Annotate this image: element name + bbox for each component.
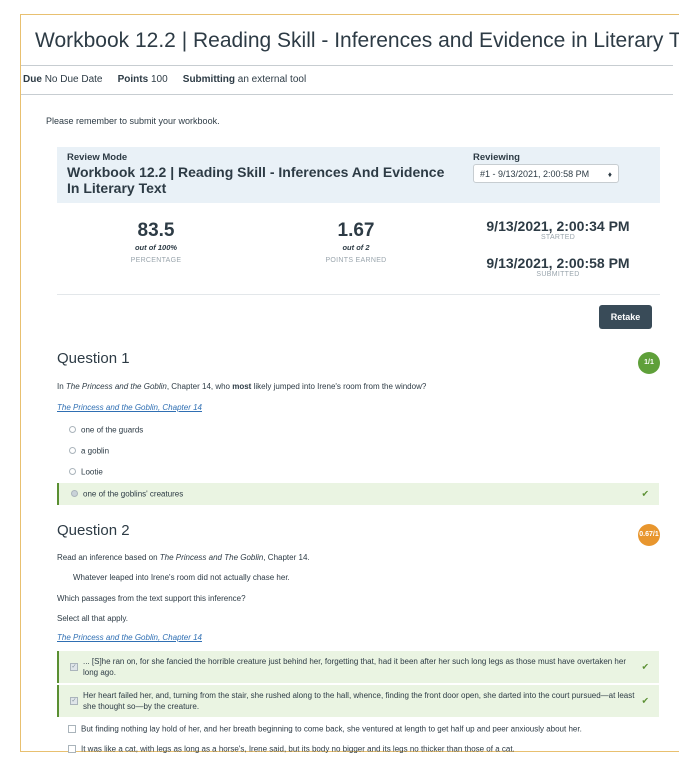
option-label: Her heart failed her, and, turning from … bbox=[83, 691, 635, 711]
question-1-prompt-book: The Princess and the Goblin bbox=[65, 382, 167, 391]
question-2-intro-part: , Chapter 14. bbox=[263, 553, 310, 562]
points-stat: 1.67 out of 2 POINTS EARNED bbox=[311, 220, 401, 264]
question-2-option-correct[interactable]: ✓ Her heart failed her, and, turning fro… bbox=[57, 685, 659, 717]
submitted-stat: 9/13/2021, 2:00:58 PM SUBMITTED bbox=[458, 255, 658, 278]
question-2-score-badge: 0.67/1 bbox=[638, 524, 660, 546]
checkbox[interactable] bbox=[68, 725, 76, 733]
question-1-score-badge: 1/1 bbox=[638, 352, 660, 374]
reviewing-label: Reviewing bbox=[473, 152, 520, 163]
option-label: one of the goblins' creatures bbox=[83, 489, 184, 499]
question-2-option[interactable]: But finding nothing lay hold of her, and… bbox=[57, 719, 659, 739]
points-label: Points bbox=[117, 74, 149, 85]
question-1-prompt-part: In bbox=[57, 382, 66, 391]
stats-divider bbox=[57, 294, 660, 295]
option-label: one of the guards bbox=[81, 425, 144, 435]
review-title: Workbook 12.2 | Reading Skill - Inferenc… bbox=[67, 164, 445, 196]
percentage-stat: 83.5 out of 100% PERCENTAGE bbox=[111, 220, 201, 264]
title-divider bbox=[21, 65, 673, 66]
percentage-caption: PERCENTAGE bbox=[130, 257, 182, 264]
page-title: Workbook 12.2 | Reading Skill - Inferenc… bbox=[35, 29, 679, 52]
retake-button[interactable]: Retake bbox=[599, 305, 652, 329]
due-value: No Due Date bbox=[44, 74, 103, 85]
radio-button[interactable] bbox=[69, 468, 76, 475]
question-1-prompt-part: , Chapter 14, who bbox=[166, 382, 233, 391]
question-2-option[interactable]: It was like a cat, with legs as long as … bbox=[57, 739, 659, 759]
checkmark-icon: ✔ bbox=[641, 488, 649, 499]
question-1-option[interactable]: Lootie bbox=[57, 462, 659, 482]
question-2-title: Question 2 bbox=[57, 522, 130, 539]
option-label: ... [S]he ran on, for she fancied the ho… bbox=[83, 657, 626, 677]
question-2-text-link[interactable]: The Princess and the Goblin, Chapter 14 bbox=[57, 633, 202, 642]
points-out-of: out of 2 bbox=[342, 243, 370, 252]
question-1-prompt-emphasis: most bbox=[232, 382, 252, 391]
percentage-value: 83.5 bbox=[137, 220, 175, 241]
question-2-intro: Read an inference based on The Princess … bbox=[57, 553, 310, 562]
attempt-select[interactable]: #1 - 9/13/2021, 2:00:58 PM ♦ bbox=[473, 164, 619, 183]
checkbox[interactable] bbox=[68, 745, 76, 753]
assignment-frame: Workbook 12.2 | Reading Skill - Inferenc… bbox=[20, 14, 679, 754]
review-header: Review Mode Workbook 12.2 | Reading Skil… bbox=[57, 147, 660, 203]
submit-reminder: Please remember to submit your workbook. bbox=[46, 116, 220, 126]
checkmark-icon: ✔ bbox=[641, 661, 649, 672]
question-2-question: Which passages from the text support thi… bbox=[57, 594, 246, 603]
meta-divider bbox=[21, 94, 673, 95]
submitting-label: Submitting bbox=[182, 74, 235, 85]
started-stat: 9/13/2021, 2:00:34 PM STARTED bbox=[458, 218, 658, 241]
question-2-option-correct[interactable]: ✓ ... [S]he ran on, for she fancied the … bbox=[57, 651, 659, 683]
question-2-intro-book: The Princess and The Goblin bbox=[159, 553, 264, 562]
percentage-out-of: out of 100% bbox=[134, 243, 178, 252]
question-2-instruction: Select all that apply. bbox=[57, 614, 129, 623]
option-label: Lootie bbox=[81, 467, 103, 477]
question-1-prompt: In The Princess and the Goblin, Chapter … bbox=[57, 382, 426, 391]
question-2-inference: Whatever leaped into Irene's room did no… bbox=[73, 573, 290, 582]
select-caret-icon: ♦ bbox=[607, 170, 612, 179]
assignment-meta: Due No Due Date Points 100 Submitting an… bbox=[23, 74, 310, 85]
points-value: 100 bbox=[150, 74, 168, 85]
points-value: 1.67 bbox=[337, 220, 375, 241]
option-label: It was like a cat, with legs as long as … bbox=[81, 744, 515, 754]
points-caption: POINTS EARNED bbox=[325, 257, 387, 264]
attempt-select-value: #1 - 9/13/2021, 2:00:58 PM bbox=[480, 169, 590, 179]
due-label: Due bbox=[23, 74, 42, 85]
question-1-option-correct[interactable]: one of the goblins' creatures ✔ bbox=[57, 483, 659, 505]
question-1-option[interactable]: one of the guards bbox=[57, 420, 659, 440]
checkmark-icon: ✔ bbox=[641, 695, 649, 706]
submitted-value: 9/13/2021, 2:00:58 PM bbox=[486, 255, 630, 271]
submitting-value: an external tool bbox=[237, 74, 307, 85]
question-1-text-link[interactable]: The Princess and the Goblin, Chapter 14 bbox=[57, 403, 202, 412]
review-mode-label: Review Mode bbox=[67, 152, 128, 163]
option-label: a goblin bbox=[81, 446, 110, 456]
radio-button-selected[interactable] bbox=[71, 490, 78, 497]
question-1-prompt-part: likely jumped into Irene's room from the… bbox=[251, 382, 427, 391]
question-2-intro-part: Read an inference based on bbox=[57, 553, 160, 562]
submitted-caption: SUBMITTED bbox=[536, 271, 580, 278]
question-1-title: Question 1 bbox=[57, 350, 130, 367]
radio-button[interactable] bbox=[69, 426, 76, 433]
question-1-option[interactable]: a goblin bbox=[57, 441, 659, 461]
option-label: But finding nothing lay hold of her, and… bbox=[81, 724, 582, 734]
checkbox-checked[interactable]: ✓ bbox=[70, 697, 78, 705]
started-caption: STARTED bbox=[540, 234, 576, 241]
started-value: 9/13/2021, 2:00:34 PM bbox=[486, 218, 630, 234]
checkbox-checked[interactable]: ✓ bbox=[70, 663, 78, 671]
radio-button[interactable] bbox=[69, 447, 76, 454]
